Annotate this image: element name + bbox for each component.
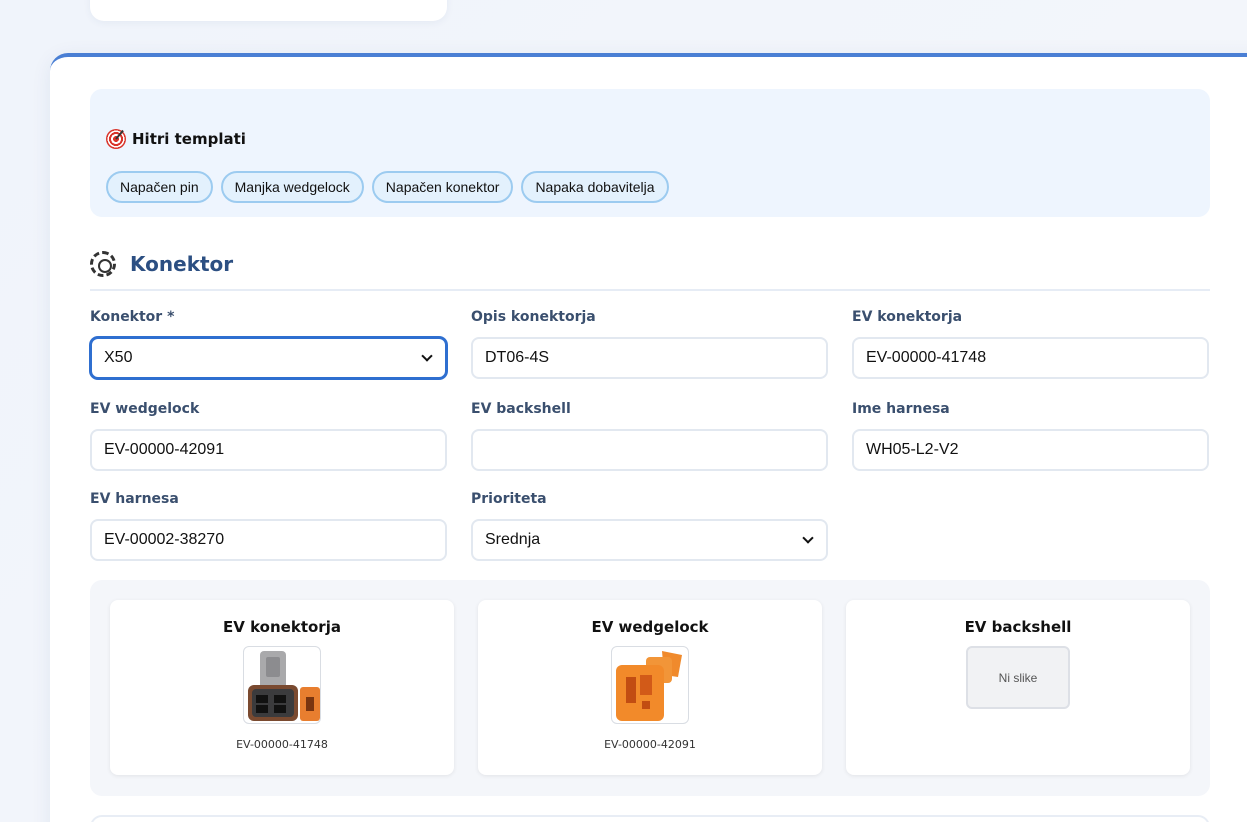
ev-konektorja-field: EV konektorja EV-00000-41748 (852, 309, 1209, 379)
images-panel: EV konektorja EV-00000-41748 EV wedgeloc… (90, 580, 1210, 796)
image-card-konektor: EV konektorja EV-00000-41748 (110, 600, 454, 775)
prioriteta-label: Prioriteta (471, 491, 547, 507)
image-card-title: EV backshell (964, 618, 1072, 636)
prioriteta-field: Prioriteta Srednja (471, 491, 828, 561)
template-chip-napacen-konektor[interactable]: Napačen konektor (371, 171, 514, 203)
konektor-label: Konektor * (90, 309, 175, 325)
konektor-value: X50 (104, 349, 133, 366)
template-chip-napaka-dobavitelja[interactable]: Napaka dobavitelja (521, 171, 669, 203)
chevron-down-icon (421, 350, 433, 362)
ime-harnesa-field: Ime harnesa WH05-L2-V2 (852, 401, 1209, 471)
opis-konektorja-label: Opis konektorja (471, 309, 596, 325)
prioriteta-value: Srednja (485, 531, 541, 548)
ev-wedgelock-label: EV wedgelock (90, 401, 200, 417)
wedgelock-image-icon (616, 651, 682, 721)
ev-wedgelock-input[interactable]: EV-00000-42091 (90, 429, 447, 471)
prioriteta-select[interactable]: Srednja (471, 519, 828, 561)
template-chip-manjka-wedgelock[interactable]: Manjka wedgelock (220, 171, 364, 203)
no-image-placeholder: Ni slike (966, 646, 1070, 709)
gear-icon (90, 251, 116, 277)
quick-templates-heading: Hitri templati (106, 129, 246, 149)
ev-backshell-input[interactable] (471, 429, 828, 471)
section-title: Konektor (130, 252, 234, 276)
ime-harnesa-label: Ime harnesa (852, 401, 950, 417)
ev-backshell-label: EV backshell (471, 401, 571, 417)
form-card: Hitri templati Napačen pin Manjka wedgel… (50, 53, 1247, 822)
quick-templates-panel: Hitri templati Napačen pin Manjka wedgel… (90, 89, 1210, 217)
image-card-code: EV-00000-42091 (604, 738, 696, 751)
ime-harnesa-input[interactable]: WH05-L2-V2 (852, 429, 1209, 471)
next-section-panel (90, 815, 1210, 822)
opis-konektorja-input[interactable]: DT06-4S (471, 337, 828, 379)
quick-templates-title: Hitri templati (132, 130, 246, 148)
ev-harnesa-label: EV harnesa (90, 491, 179, 507)
wedgelock-image[interactable] (611, 646, 689, 724)
ev-wedgelock-field: EV wedgelock EV-00000-42091 (90, 401, 447, 471)
image-card-wedgelock: EV wedgelock EV-00000-42091 (478, 600, 822, 775)
image-card-backshell: EV backshell Ni slike (846, 600, 1190, 775)
image-card-title: EV wedgelock (591, 618, 709, 636)
ev-harnesa-field: EV harnesa EV-00002-38270 (90, 491, 447, 561)
konektor-select[interactable]: X50 (90, 337, 447, 379)
target-icon (106, 129, 126, 149)
template-chip-napacen-pin[interactable]: Napačen pin (106, 171, 213, 203)
ev-harnesa-input[interactable]: EV-00002-38270 (90, 519, 447, 561)
image-card-code: EV-00000-41748 (236, 738, 328, 751)
opis-konektorja-field: Opis konektorja DT06-4S (471, 309, 828, 379)
ev-konektorja-label: EV konektorja (852, 309, 963, 325)
connector-image-icon (248, 651, 320, 721)
ev-konektorja-input[interactable]: EV-00000-41748 (852, 337, 1209, 379)
ev-backshell-field: EV backshell (471, 401, 828, 471)
konektor-field: Konektor * X50 (90, 309, 447, 379)
section-header: Konektor (90, 247, 1210, 291)
chevron-down-icon (802, 532, 814, 544)
image-card-title: EV konektorja (223, 618, 341, 636)
previous-card (90, 0, 447, 21)
konektor-image[interactable] (243, 646, 321, 724)
template-chips: Napačen pin Manjka wedgelock Napačen kon… (106, 171, 669, 203)
